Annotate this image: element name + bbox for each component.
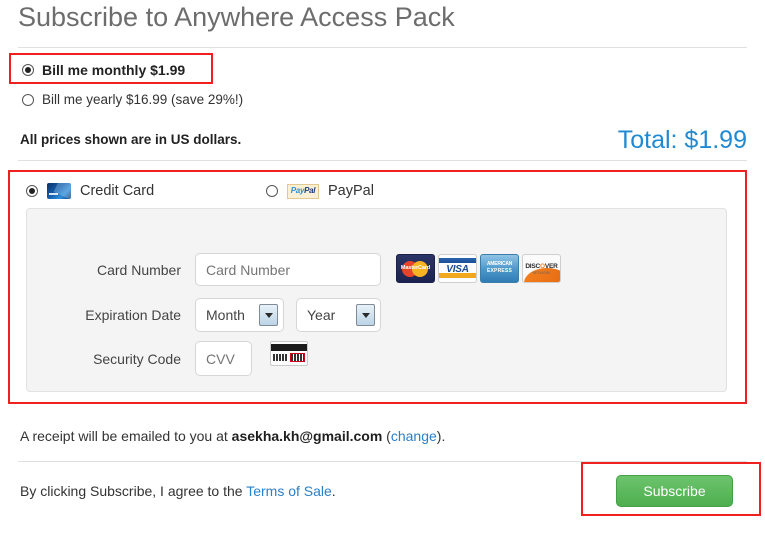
security-code-row: Security Code [80, 341, 252, 376]
paypal-badge-pal: Pal [304, 186, 316, 195]
expiration-year-select[interactable]: Year [296, 298, 381, 332]
discover-logo-text: DISCOVER [523, 263, 560, 270]
card-number-row: Card Number [80, 253, 381, 286]
receipt-paren-close: ). [436, 428, 446, 444]
payment-method-paypal-label: PayPal [328, 183, 374, 199]
divider-bottom [18, 461, 747, 462]
discover-text-b: VER [544, 263, 558, 270]
subscribe-button[interactable]: Subscribe [616, 475, 733, 507]
payment-method-credit-card-label: Credit Card [80, 183, 155, 199]
security-code-label: Security Code [93, 350, 181, 367]
expiration-month-select[interactable]: Month [195, 298, 284, 332]
expiration-date-label: Expiration Date [85, 307, 181, 323]
radio-paypal-icon[interactable] [266, 185, 278, 197]
mastercard-logo-icon: MasterCard [396, 254, 435, 283]
terms-of-sale-link[interactable]: Terms of Sale [246, 483, 332, 499]
cvv-card-digits [273, 354, 288, 361]
visa-blue-bar [439, 258, 476, 263]
plan-option-yearly[interactable]: Bill me yearly $16.99 (save 29%!) [22, 92, 243, 107]
plan-option-monthly[interactable]: Bill me monthly $1.99 [22, 62, 185, 78]
radio-monthly-icon[interactable] [22, 64, 34, 76]
paypal-icon: PayPal [287, 183, 319, 199]
total-amount: Total: $1.99 [617, 126, 747, 154]
discover-text-a: DISC [525, 263, 541, 270]
change-email-link[interactable]: change [391, 428, 437, 444]
amex-logo-icon: AMERICAN EXPRESS [480, 254, 519, 283]
payment-method-paypal[interactable]: PayPal PayPal [266, 183, 374, 199]
amex-line-1: AMERICAN [486, 261, 513, 267]
subscription-page: Subscribe to Anywhere Access Pack Bill m… [0, 0, 765, 538]
terms-prefix: By clicking Subscribe, I agree to the [20, 483, 247, 499]
paypal-badge-pay: Pay [290, 186, 305, 195]
amex-logo-text: AMERICAN EXPRESS [483, 261, 516, 274]
expiration-date-row: Expiration Date Month Year [80, 298, 393, 332]
security-code-input[interactable] [195, 341, 252, 376]
currency-note: All prices shown are in US dollars. [20, 132, 242, 147]
receipt-notice: A receipt will be emailed to you at asek… [20, 428, 445, 444]
receipt-prefix: A receipt will be emailed to you at [20, 428, 232, 444]
visa-gold-bar [439, 273, 476, 278]
chevron-down-icon[interactable] [259, 304, 278, 326]
visa-logo-icon: VISA [438, 254, 477, 283]
radio-yearly-icon[interactable] [22, 93, 34, 106]
chevron-down-icon[interactable] [356, 304, 375, 326]
expiration-year-value: Year [307, 307, 336, 323]
page-title: Subscribe to Anywhere Access Pack [18, 2, 455, 32]
plan-option-yearly-label: Bill me yearly $16.99 (save 29%!) [42, 92, 244, 107]
accepted-card-brands: MasterCard VISA AMERICAN EXPRESS DISCOVE… [396, 254, 561, 283]
terms-notice: By clicking Subscribe, I agree to the Te… [20, 483, 336, 499]
divider-middle [18, 160, 747, 161]
discover-logo-subtext: NETWORK [532, 271, 551, 275]
receipt-email: asekha.kh@gmail.com [231, 428, 383, 444]
mastercard-logo-text: MasterCard [400, 265, 431, 271]
radio-credit-card-icon[interactable] [26, 185, 38, 197]
payment-method-credit-card[interactable]: Credit Card [26, 183, 154, 199]
plan-option-monthly-label: Bill me monthly $1.99 [42, 62, 186, 78]
terms-suffix: . [331, 483, 336, 499]
discover-logo-icon: DISCOVER NETWORK [522, 254, 561, 283]
credit-card-icon [47, 183, 71, 199]
amex-line-2: EXPRESS [486, 267, 513, 274]
card-number-label: Card Number [96, 261, 181, 278]
cvv-magnetic-stripe [271, 344, 307, 351]
divider-top [18, 47, 747, 48]
cvv-location-icon [270, 341, 308, 366]
cvv-highlight-box [290, 353, 305, 362]
expiration-month-value: Month [206, 307, 245, 323]
card-number-input[interactable] [195, 253, 381, 286]
receipt-paren-open: ( [382, 428, 391, 444]
